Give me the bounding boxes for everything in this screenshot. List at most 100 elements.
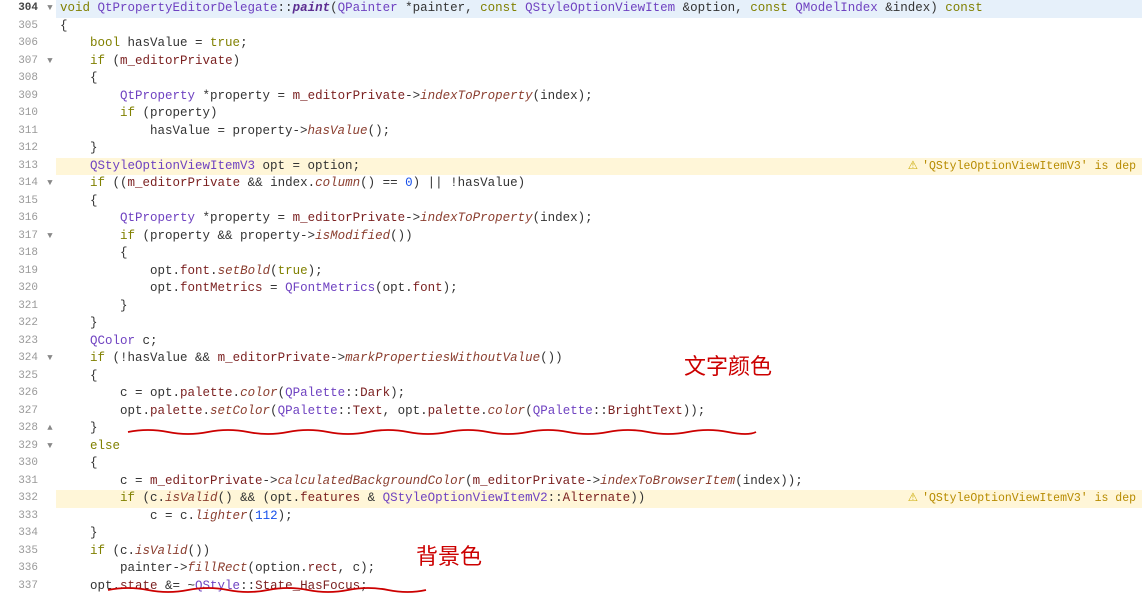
code-line[interactable]: 319 opt.font.setBold(true);: [0, 263, 1142, 281]
code-content[interactable]: {: [56, 70, 1142, 88]
code-content[interactable]: }: [56, 525, 1142, 543]
fold-icon: [44, 543, 56, 561]
code-content[interactable]: {: [56, 18, 1142, 36]
line-number: 325: [0, 368, 44, 386]
fold-icon[interactable]: ▼: [44, 438, 56, 456]
warning-badge[interactable]: ⚠'QStyleOptionViewItemV3' is dep: [908, 490, 1136, 508]
fold-icon: [44, 35, 56, 53]
line-number: 312: [0, 140, 44, 158]
code-content[interactable]: }: [56, 140, 1142, 158]
code-content[interactable]: {: [56, 455, 1142, 473]
fold-icon[interactable]: ▲: [44, 420, 56, 438]
fold-icon: [44, 455, 56, 473]
code-line[interactable]: 311 hasValue = property->hasValue();: [0, 123, 1142, 141]
code-line[interactable]: 315 {: [0, 193, 1142, 211]
code-content[interactable]: else: [56, 438, 1142, 456]
code-content[interactable]: if ((m_editorPrivate && index.column() =…: [56, 175, 1142, 193]
code-line[interactable]: 323 QColor c;: [0, 333, 1142, 351]
code-line[interactable]: 314▼ if ((m_editorPrivate && index.colum…: [0, 175, 1142, 193]
code-line[interactable]: 329▼ else: [0, 438, 1142, 456]
code-content[interactable]: if (c.isValid()): [56, 543, 1142, 561]
code-content[interactable]: if (property && property->isModified()): [56, 228, 1142, 246]
code-content[interactable]: if (property): [56, 105, 1142, 123]
fold-icon: [44, 105, 56, 123]
code-line[interactable]: 322 }: [0, 315, 1142, 333]
code-line[interactable]: 306 bool hasValue = true;: [0, 35, 1142, 53]
code-content[interactable]: opt.font.setBold(true);: [56, 263, 1142, 281]
code-line[interactable]: 331 c = m_editorPrivate->calculatedBackg…: [0, 473, 1142, 491]
code-line[interactable]: 327 opt.palette.setColor(QPalette::Text,…: [0, 403, 1142, 421]
code-line[interactable]: 333 c = c.lighter(112);: [0, 508, 1142, 526]
code-line[interactable]: 332 if (c.isValid() && (opt.features & Q…: [0, 490, 1142, 508]
line-number: 331: [0, 473, 44, 491]
code-content[interactable]: bool hasValue = true;: [56, 35, 1142, 53]
code-content[interactable]: c = opt.palette.color(QPalette::Dark);: [56, 385, 1142, 403]
code-line[interactable]: 330 {: [0, 455, 1142, 473]
code-content[interactable]: opt.fontMetrics = QFontMetrics(opt.font)…: [56, 280, 1142, 298]
code-content[interactable]: QColor c;: [56, 333, 1142, 351]
code-content[interactable]: opt.palette.setColor(QPalette::Text, opt…: [56, 403, 1142, 421]
code-line[interactable]: 309 QtProperty *property = m_editorPriva…: [0, 88, 1142, 106]
line-number: 321: [0, 298, 44, 316]
code-line[interactable]: 334 }: [0, 525, 1142, 543]
code-content[interactable]: hasValue = property->hasValue();: [56, 123, 1142, 141]
code-line[interactable]: 317▼ if (property && property->isModifie…: [0, 228, 1142, 246]
line-number: 333: [0, 508, 44, 526]
code-line[interactable]: 326 c = opt.palette.color(QPalette::Dark…: [0, 385, 1142, 403]
code-line[interactable]: 318 {: [0, 245, 1142, 263]
warning-text: 'QStyleOptionViewItemV3' is dep: [922, 158, 1136, 176]
code-content[interactable]: if (!hasValue && m_editorPrivate->markPr…: [56, 350, 1142, 368]
fold-icon: [44, 525, 56, 543]
code-content[interactable]: c = c.lighter(112);: [56, 508, 1142, 526]
code-content[interactable]: void QtPropertyEditorDelegate::paint(QPa…: [56, 0, 1142, 18]
code-editor[interactable]: 304▼void QtPropertyEditorDelegate::paint…: [0, 0, 1142, 595]
code-content[interactable]: c = m_editorPrivate->calculatedBackgroun…: [56, 473, 1142, 491]
fold-icon[interactable]: ▼: [44, 53, 56, 71]
code-content[interactable]: painter->fillRect(option.rect, c);: [56, 560, 1142, 578]
line-number: 308: [0, 70, 44, 88]
line-number: 326: [0, 385, 44, 403]
code-line[interactable]: 328▲ }: [0, 420, 1142, 438]
line-number: 314: [0, 175, 44, 193]
code-line[interactable]: 324▼ if (!hasValue && m_editorPrivate->m…: [0, 350, 1142, 368]
code-content[interactable]: {: [56, 368, 1142, 386]
fold-icon[interactable]: ▼: [44, 175, 56, 193]
code-line[interactable]: 308 {: [0, 70, 1142, 88]
code-line[interactable]: 316 QtProperty *property = m_editorPriva…: [0, 210, 1142, 228]
code-line[interactable]: 310 if (property): [0, 105, 1142, 123]
code-line[interactable]: 321 }: [0, 298, 1142, 316]
fold-icon: [44, 245, 56, 263]
fold-icon: [44, 18, 56, 36]
code-content[interactable]: {: [56, 245, 1142, 263]
code-content[interactable]: }: [56, 298, 1142, 316]
code-line[interactable]: 325 {: [0, 368, 1142, 386]
code-content[interactable]: if (m_editorPrivate): [56, 53, 1142, 71]
fold-icon: [44, 263, 56, 281]
code-line[interactable]: 320 opt.fontMetrics = QFontMetrics(opt.f…: [0, 280, 1142, 298]
code-line[interactable]: 304▼void QtPropertyEditorDelegate::paint…: [0, 0, 1142, 18]
line-number: 311: [0, 123, 44, 141]
line-number: 306: [0, 35, 44, 53]
fold-icon[interactable]: ▼: [44, 0, 56, 18]
code-line[interactable]: 337 opt.state &= ~QStyle::State_HasFocus…: [0, 578, 1142, 596]
fold-icon[interactable]: ▼: [44, 350, 56, 368]
fold-icon[interactable]: ▼: [44, 228, 56, 246]
fold-icon: [44, 333, 56, 351]
code-line[interactable]: 312 }: [0, 140, 1142, 158]
code-line[interactable]: 335 if (c.isValid()): [0, 543, 1142, 561]
line-number: 329: [0, 438, 44, 456]
fold-icon: [44, 210, 56, 228]
fold-icon: [44, 123, 56, 141]
code-line[interactable]: 313 QStyleOptionViewItemV3 opt = option;…: [0, 158, 1142, 176]
code-content[interactable]: }: [56, 420, 1142, 438]
fold-icon: [44, 368, 56, 386]
code-line[interactable]: 336 painter->fillRect(option.rect, c);: [0, 560, 1142, 578]
code-content[interactable]: {: [56, 193, 1142, 211]
code-content[interactable]: opt.state &= ~QStyle::State_HasFocus;: [56, 578, 1142, 596]
code-content[interactable]: QtProperty *property = m_editorPrivate->…: [56, 210, 1142, 228]
code-content[interactable]: QtProperty *property = m_editorPrivate->…: [56, 88, 1142, 106]
warning-badge[interactable]: ⚠'QStyleOptionViewItemV3' is dep: [908, 158, 1136, 176]
code-content[interactable]: }: [56, 315, 1142, 333]
code-line[interactable]: 307▼ if (m_editorPrivate): [0, 53, 1142, 71]
code-line[interactable]: 305{: [0, 18, 1142, 36]
